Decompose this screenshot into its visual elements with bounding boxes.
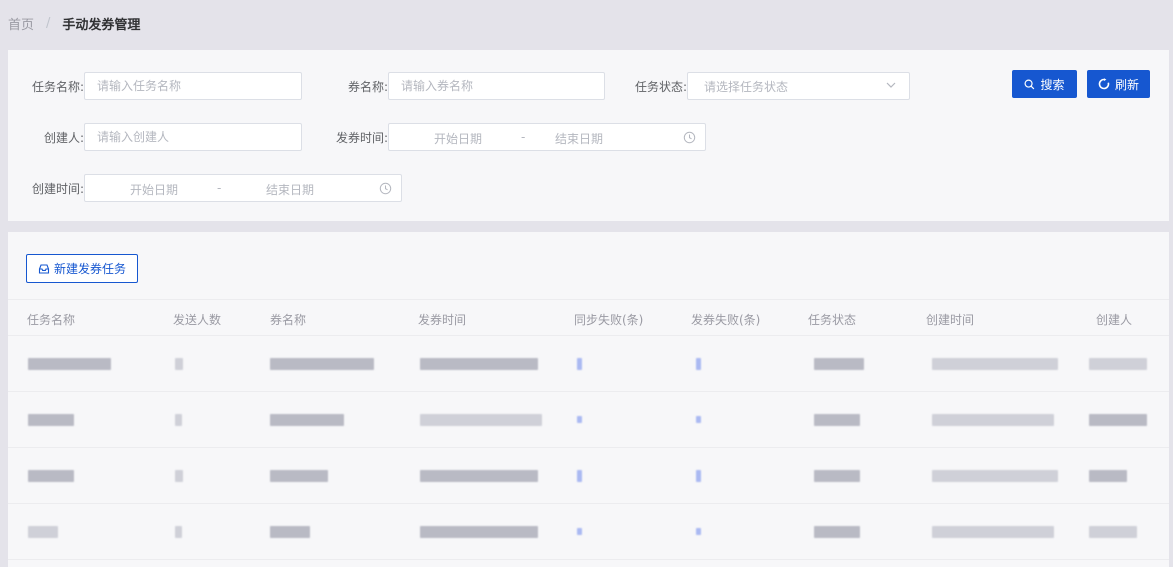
redacted-cell [577,528,582,535]
breadcrumb-separator: / [46,15,51,31]
create-time-end[interactable]: 结束日期 [266,181,314,198]
redacted-cell [814,526,860,538]
redacted-cell [175,526,182,538]
column-creator: 创建人 [1096,313,1133,327]
create-time-start[interactable]: 开始日期 [130,181,178,198]
creator-filter: 创建人: [28,123,302,151]
redacted-cell [696,528,701,535]
redacted-cell [577,358,582,370]
issue-time-range[interactable]: 开始日期 - 结束日期 [388,123,706,151]
redacted-cell [932,414,1054,426]
task-name-label: 任务名称: [31,79,84,94]
task-status-label: 任务状态: [634,79,687,94]
issue-time-label: 发券时间: [335,130,388,145]
column-issue-failed: 发券失败(条) [691,313,761,327]
chevron-down-icon [886,82,896,88]
column-coupon-name: 券名称 [270,313,307,327]
table-header: 任务名称 发送人数 券名称 发券时间 同步失败(条) 发券失败(条) 任务状态 … [8,299,1169,336]
redacted-cell [577,470,582,482]
column-recipients: 发送人数 [173,313,222,327]
task-table-panel: 新建发券任务 任务名称 发送人数 券名称 发券时间 同步失败(条) 发券失败(条… [8,232,1169,567]
refresh-button-label: 刷新 [1114,77,1139,92]
table-row[interactable] [8,392,1169,448]
redacted-cell [932,470,1058,482]
redacted-cell [932,358,1058,370]
refresh-button[interactable]: 刷新 [1087,70,1150,98]
refresh-icon [1098,78,1110,90]
column-create-time: 创建时间 [926,313,975,327]
filter-panel: 任务名称: 券名称: 任务状态: 请选择任务状态 搜索 刷新 创建人: [8,50,1169,221]
redacted-cell [28,358,111,370]
column-issue-time: 发券时间 [418,313,467,327]
creator-label: 创建人: [43,130,84,145]
clock-icon [379,182,392,195]
redacted-cell [696,416,701,423]
redacted-cell [814,470,860,482]
redacted-cell [420,470,538,482]
redacted-cell [1089,414,1147,426]
breadcrumb-current: 手动发券管理 [62,17,141,33]
breadcrumb-home[interactable]: 首页 [8,14,34,33]
redacted-cell [696,358,701,370]
creator-input[interactable] [84,123,302,151]
redacted-cell [175,358,183,370]
create-time-separator: - [217,181,222,195]
issue-time-start[interactable]: 开始日期 [434,130,482,147]
new-task-button[interactable]: 新建发券任务 [26,254,138,283]
task-status-filter: 任务状态: 请选择任务状态 [628,72,910,100]
column-sync-failed: 同步失败(条) [574,313,644,327]
create-time-filter: 创建时间: 开始日期 - 结束日期 [28,174,402,202]
coupon-name-input[interactable] [388,72,605,100]
search-button-label: 搜索 [1040,77,1065,92]
redacted-cell [1089,358,1147,370]
coupon-name-filter: 券名称: [324,72,605,100]
redacted-cell [696,470,701,482]
redacted-cell [1089,526,1137,538]
new-task-icon [38,263,50,274]
redacted-cell [270,358,374,370]
create-time-range[interactable]: 开始日期 - 结束日期 [84,174,402,202]
redacted-cell [420,358,538,370]
redacted-cell [1089,470,1127,482]
create-time-label: 创建时间: [31,181,84,196]
issue-time-separator: - [521,130,526,144]
redacted-cell [932,526,1054,538]
search-icon [1024,79,1035,89]
task-status-placeholder: 请选择任务状态 [704,79,789,94]
redacted-cell [175,470,183,482]
redacted-cell [270,414,344,426]
new-task-button-label: 新建发券任务 [53,262,126,276]
clock-icon [683,131,696,144]
redacted-cell [420,526,538,538]
redacted-cell [814,414,860,426]
redacted-cell [270,526,310,538]
redacted-cell [420,414,542,426]
redacted-cell [175,414,182,426]
redacted-cell [270,470,328,482]
redacted-cell [814,358,864,370]
search-button[interactable]: 搜索 [1012,70,1077,98]
task-status-select[interactable]: 请选择任务状态 [687,72,910,100]
redacted-cell [28,526,58,538]
table-row[interactable] [8,504,1169,560]
task-name-input[interactable] [84,72,302,100]
redacted-cell [28,414,74,426]
table-row[interactable] [8,336,1169,392]
issue-time-filter: 发券时间: 开始日期 - 结束日期 [324,123,706,151]
table-row[interactable] [8,448,1169,504]
redacted-cell [28,470,74,482]
redacted-cell [577,416,582,423]
breadcrumb: 首页 / 手动发券管理 [8,13,140,33]
issue-time-end[interactable]: 结束日期 [555,130,603,147]
column-task-name: 任务名称 [27,313,76,327]
task-name-filter: 任务名称: [28,72,302,100]
coupon-name-label: 券名称: [347,79,388,94]
column-task-status: 任务状态 [808,313,857,327]
